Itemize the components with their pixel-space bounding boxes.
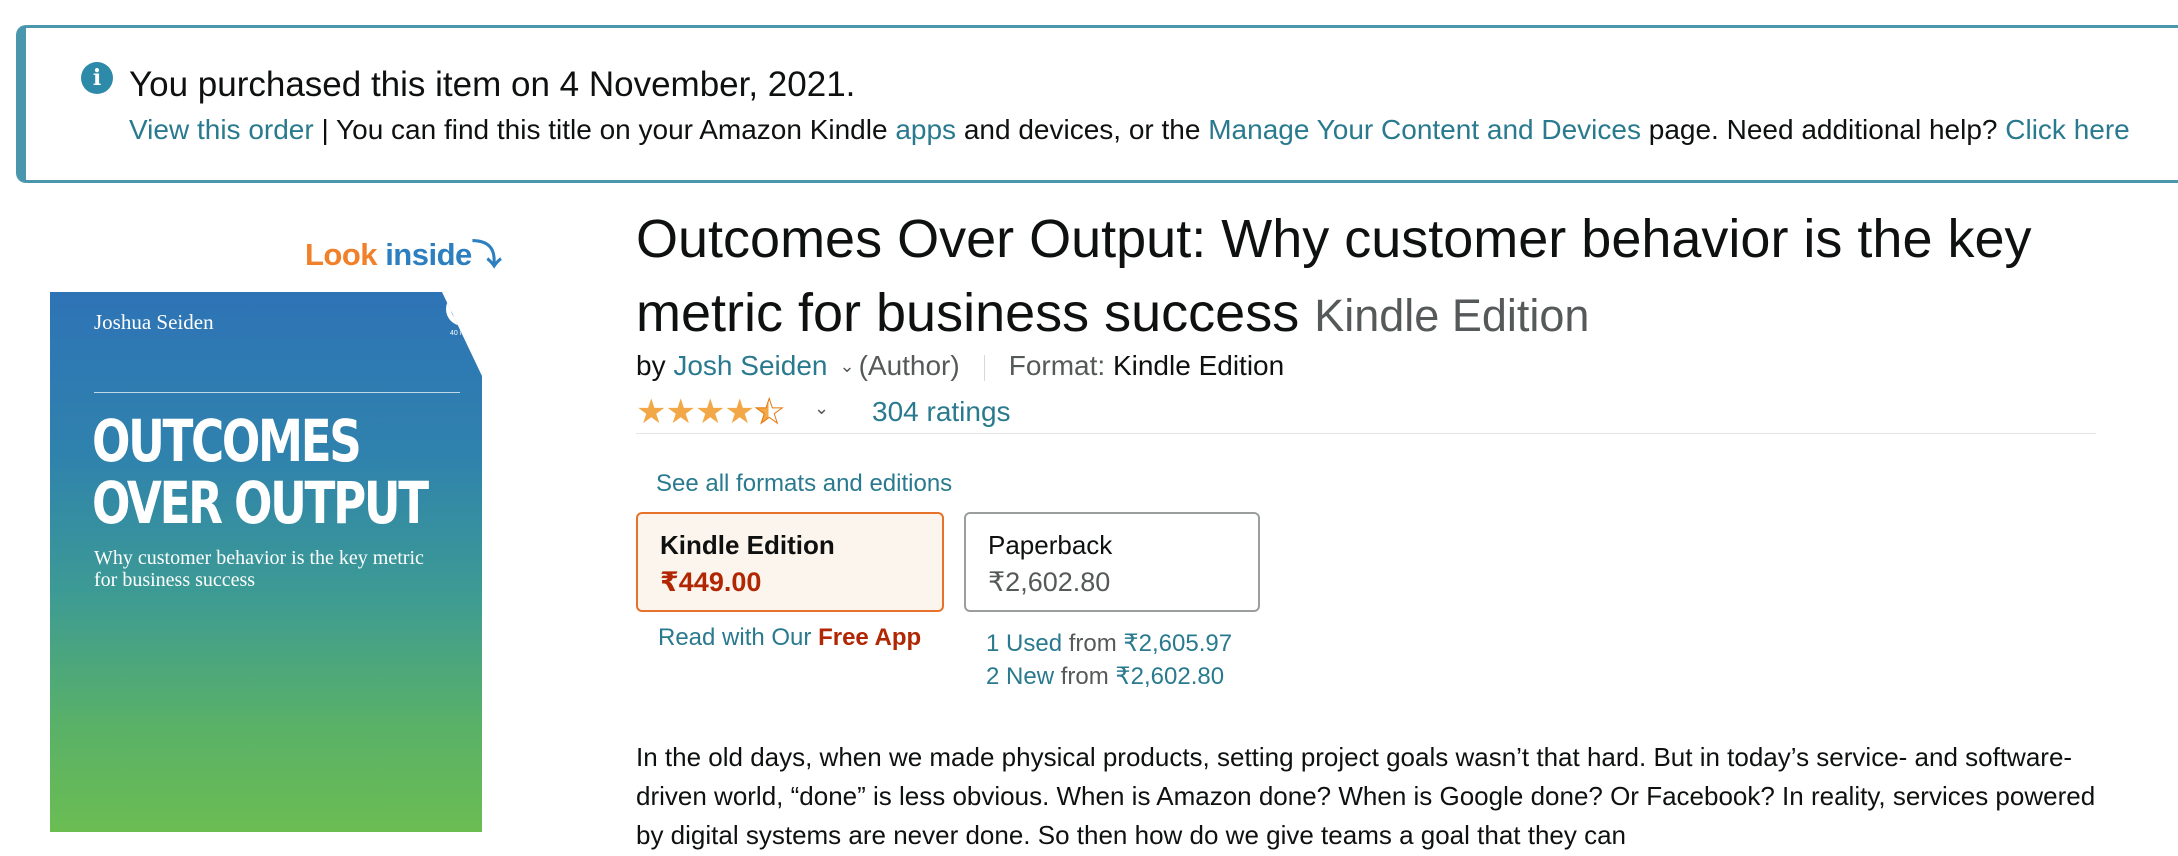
free-app-link[interactable]: Read with Our Free App [658,622,921,654]
format-name: Kindle Edition [660,530,835,560]
offer-from: from [1062,630,1124,657]
curved-arrow-down-icon: ⤵ [471,239,502,272]
byline-separator [983,354,985,381]
kindle-apps-link[interactable]: apps [895,114,956,145]
notice-title: You purchased this item on 4 November, 2… [129,65,856,104]
info-icon: i [81,62,113,94]
product-edition: Kindle Edition [1314,290,1590,341]
new-offer-link[interactable]: 2 New from ₹2,602.80 [986,661,1224,693]
book-description: In the old days, when we made physical p… [636,742,2096,850]
free-app-prefix: Read with Our [658,624,819,651]
section-divider [636,433,2096,434]
format-label: Format: [1008,350,1113,381]
format-price: ₹2,602.80 [988,567,1111,597]
chevron-down-icon[interactable]: ⌄ [839,356,854,376]
help-link[interactable]: Click here [2005,114,2129,145]
star-rating[interactable]: ★★★★★ [636,392,785,432]
format-name: Paperback [988,530,1113,560]
cover-title: OUTCOMES OVER OUTPUT [92,410,466,534]
look-inside-inside: inside [385,237,472,272]
book-cover-image[interactable]: Joshua Seiden 40 MINS OUTCOMES OVER OUTP… [50,292,482,832]
format-swatch-paperback[interactable]: Paperback ₹2,602.80 [964,512,1260,612]
offer-price: ₹2,605.97 [1123,630,1233,657]
cover-title-line-2: OVER OUTPUT [92,469,429,537]
used-offer-link[interactable]: 1 Used from ₹2,605.97 [986,628,1232,660]
offer-label: 1 Used [986,630,1063,657]
format-value: Kindle Edition [1112,350,1285,381]
cover-subtitle: Why customer behavior is the key metric … [94,547,424,591]
offer-price: ₹2,602.80 [1115,663,1225,690]
offer-label: 2 New [986,663,1055,690]
format-price: ₹449.00 [660,567,762,597]
chevron-down-icon[interactable]: ⌄ [814,398,829,419]
notice-text-3: page. Need additional help? [1640,114,2006,145]
view-order-link[interactable]: View this order [129,114,314,145]
notice-text-2: and devices, or the [956,114,1209,145]
see-all-formats-link[interactable]: See all formats and editions [656,468,952,500]
clock-badge-icon [446,292,480,326]
manage-content-link[interactable]: Manage Your Content and Devices [1208,114,1641,145]
by-label: by [636,350,674,381]
half-star-icon: ★ [753,393,785,432]
product-title: Outcomes Over Output: Why customer behav… [636,202,2106,353]
notice-message: View this order | You can find this titl… [129,110,2130,150]
purchase-notice: i You purchased this item on 4 November,… [16,25,2178,183]
byline: by Josh Seiden ⌄ (Author) Format: Kindle Ed… [636,348,1284,387]
star-icon: ★ [665,393,696,431]
look-inside-link[interactable]: Look inside⤵ [305,230,502,274]
cover-title-line-1: OUTCOMES [92,407,362,475]
free-app-bold: Free App [818,624,922,651]
notice-text-1: | You can find this title on your Amazon… [313,114,896,145]
cover-author: Joshua Seiden [94,310,214,334]
star-icon: ★ [636,393,667,431]
cover-badge-label: 40 MINS [450,330,478,337]
star-icon: ★ [694,393,726,431]
format-swatch-kindle[interactable]: Kindle Edition ₹449.00 [636,512,944,612]
author-role: (Author) [858,350,960,381]
ratings-count-link[interactable]: 304 ratings [872,394,1011,430]
product-page: i You purchased this item on 4 November,… [0,0,2178,856]
offer-from: from [1054,663,1116,690]
author-link[interactable]: Josh Seiden [673,350,827,381]
star-icon: ★ [724,393,755,431]
look-inside-look: Look [305,237,378,272]
cover-divider [94,392,460,393]
